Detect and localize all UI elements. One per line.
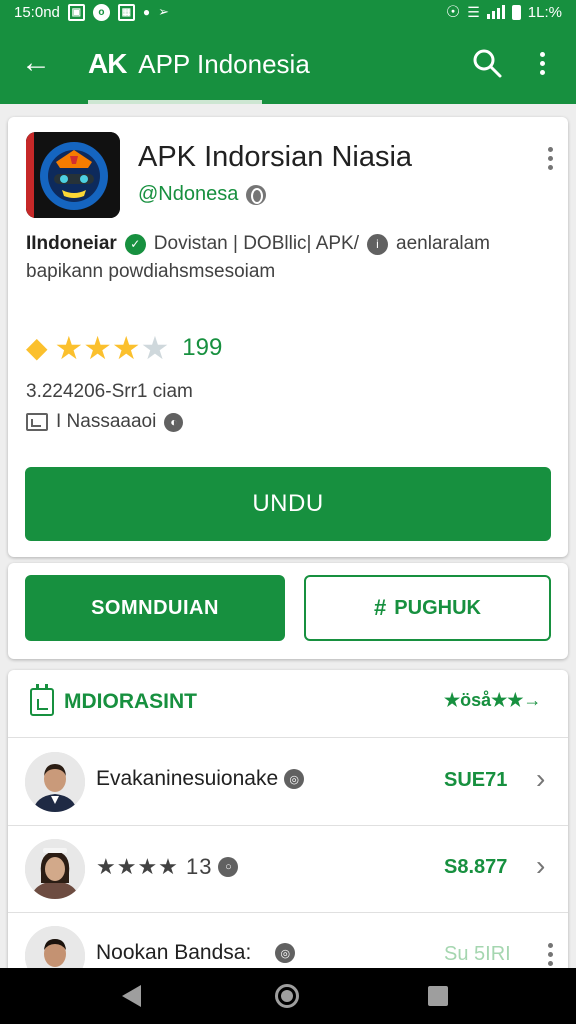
description-mid: Dovistan | DOBllic| APK/ — [153, 233, 360, 254]
battery-text: 1L:% — [527, 3, 562, 21]
app-title: AK APP Indonesia — [88, 48, 310, 80]
card-more-icon[interactable] — [536, 141, 564, 175]
info-circle-icon: ◐ — [164, 412, 184, 432]
calendar-icon — [30, 684, 54, 716]
see-all-link[interactable]: ★öså★★→ — [444, 690, 541, 711]
hash-icon: # — [374, 595, 387, 620]
secondary-action-button[interactable]: # PUGHUK — [304, 575, 551, 641]
wifi-arrow-icon: ➢ — [158, 4, 170, 19]
app-bar: ← AK APP Indonesia — [0, 24, 576, 104]
arrow-left-icon[interactable]: ← — [18, 46, 54, 82]
item-rating: ★★★★ 13 — [96, 854, 213, 879]
star-empty-icon: ★ — [140, 329, 170, 366]
search-icon[interactable] — [470, 46, 504, 80]
rating-row[interactable]: ◆ ★★★★ 199 — [26, 331, 222, 364]
item-value: S8.877 — [444, 856, 508, 878]
rating-stars: ★★★★ — [55, 332, 170, 364]
more-vertical-icon[interactable] — [536, 937, 564, 971]
globe-icon — [246, 184, 267, 205]
description-strong: IIndoneiar — [26, 233, 117, 254]
meta-line-2: I Nassaaaoi ◐ — [26, 411, 184, 433]
item-value: Su 5IRI — [444, 943, 511, 965]
chat-icon: ○ — [218, 857, 239, 877]
item-title: Nookan Bandsa: ◎ — [96, 941, 296, 965]
leaf-icon: ✓ — [124, 233, 146, 255]
info-icon: ◎ — [284, 769, 305, 789]
chevron-right-icon[interactable]: › — [536, 763, 545, 795]
calendar-icon: ▦ — [117, 3, 135, 21]
image-icon — [26, 413, 48, 431]
app-title-text: APP Indonesia — [138, 49, 310, 79]
star-filled-icon: ★ — [54, 329, 84, 366]
avatar — [25, 839, 85, 899]
location-icon: ☉ — [445, 4, 461, 21]
item-title: ★★★★ 13 ○ — [96, 854, 239, 880]
app-icon — [26, 132, 120, 218]
status-bar: 15:0nd ▣ o ▦ ● ➢ ☉ ☰ 1L:% — [0, 0, 576, 24]
description-end: aenlaralam — [396, 233, 491, 254]
nav-home-icon[interactable] — [275, 984, 299, 1008]
wifi-icon: ☰ — [467, 3, 480, 20]
status-time: 15:0nd — [14, 3, 60, 21]
item-title-text: Nookan Bandsa: — [96, 941, 252, 964]
star-filled-icon: ★ — [83, 329, 112, 366]
description-line-1: IIndoneiar ✓ Dovistan | DOBllic| APK/ i … — [26, 233, 490, 255]
actions-card: SOMNDUIAN # PUGHUK — [8, 563, 568, 659]
nav-back-icon[interactable] — [122, 985, 141, 1007]
cloud-icon: ● — [142, 5, 151, 19]
rating-count: 199 — [182, 333, 223, 361]
rating-badge-icon: ◆ — [26, 332, 48, 363]
item-title: Evakaninesuionake ◎ — [96, 767, 305, 791]
description-line-2: bapikann powdiahsmsesoiam — [26, 261, 276, 282]
list-header: MDIORASINT ★öså★★→ — [8, 670, 568, 738]
related-list-card: MDIORASINT ★öså★★→ Evakaninesuionake ◎ S… — [8, 670, 568, 986]
image-icon: ▣ — [67, 3, 85, 21]
circle-icon: o — [92, 3, 110, 21]
chevron-right-icon[interactable]: › — [536, 850, 545, 882]
developer-link[interactable]: @Ndonesa — [138, 183, 267, 206]
app-logo: AK — [88, 48, 127, 79]
app-detail-card: APK Indorsian Niasia @Ndonesa IIndoneiar… — [8, 117, 568, 557]
developer-name: @Ndonesa — [138, 183, 239, 205]
battery-icon — [511, 4, 521, 20]
signal-icon — [486, 5, 505, 19]
list-title: MDIORASINT — [64, 690, 197, 713]
meta-line-2-text: I Nassaaaoi — [56, 411, 157, 432]
system-nav-bar — [0, 968, 576, 1024]
primary-action-button[interactable]: SOMNDUIAN — [25, 575, 285, 641]
star-filled-icon: ★ — [111, 329, 141, 366]
install-button[interactable]: UNDU — [25, 467, 551, 541]
list-item[interactable]: Evakaninesuionake ◎ SUE71 › — [8, 739, 568, 826]
item-value: SUE71 — [444, 769, 508, 791]
tab-indicator — [88, 100, 262, 104]
item-title-text: Evakaninesuionake — [96, 767, 279, 790]
secondary-action-label: PUGHUK — [394, 596, 481, 619]
avatar — [25, 752, 85, 812]
info-icon: ◎ — [275, 943, 296, 963]
more-vertical-icon[interactable] — [528, 46, 556, 80]
nav-recents-icon[interactable] — [428, 986, 448, 1006]
meta-line-1: 3.224206-Srr1 ciam — [26, 381, 193, 402]
info-icon: i — [367, 233, 389, 255]
app-name: APK Indorsian Niasia — [138, 141, 413, 173]
list-item[interactable]: ★★★★ 13 ○ S8.877 › — [8, 826, 568, 913]
